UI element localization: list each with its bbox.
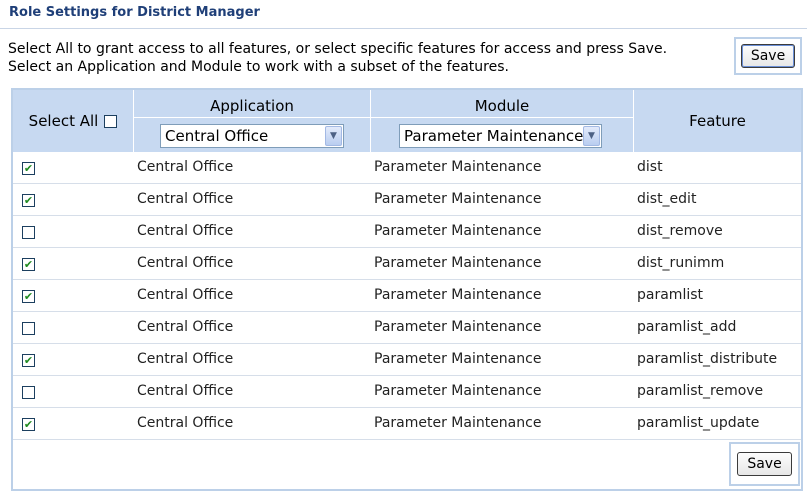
module-cell: Parameter Maintenance xyxy=(374,415,542,431)
feature-cell: dist xyxy=(637,159,663,175)
feature-cell: dist_runimm xyxy=(637,255,725,271)
features-table: Select All Application Central Office ▼ … xyxy=(11,88,803,491)
table-row: ✔ Central Office Parameter Maintenance dist xyxy=(13,152,801,184)
feature-checkbox[interactable]: ✔ xyxy=(22,354,35,367)
application-select-value: Central Office xyxy=(165,127,269,145)
select-all-label: Select All xyxy=(28,112,99,130)
application-cell: Central Office xyxy=(137,159,234,175)
module-select[interactable]: Parameter Maintenance ▼ xyxy=(399,124,602,148)
module-cell: Parameter Maintenance xyxy=(374,351,542,367)
feature-cell: paramlist_update xyxy=(637,415,760,431)
module-header: Module Parameter Maintenance ▼ xyxy=(371,90,634,152)
checkmark-icon: ✔ xyxy=(23,162,34,175)
module-cell: Parameter Maintenance xyxy=(374,383,542,399)
module-cell: Parameter Maintenance xyxy=(374,255,542,271)
table-row: ✔ Central Office Parameter Maintenance para… xyxy=(13,280,801,312)
save-button-top[interactable]: Save xyxy=(740,44,796,68)
feature-cell: paramlist_remove xyxy=(637,383,764,399)
feature-cell: dist_remove xyxy=(637,223,723,239)
application-header: Application Central Office ▼ xyxy=(134,90,371,152)
module-cell: Parameter Maintenance xyxy=(374,191,542,207)
module-cell: Parameter Maintenance xyxy=(374,159,542,175)
application-cell: Central Office xyxy=(137,255,234,271)
table-header: Select All Application Central Office ▼ … xyxy=(13,90,801,152)
table-row: ✔ Central Office Parameter Maintenance dist… xyxy=(13,184,801,216)
feature-header: Feature xyxy=(634,90,801,152)
module-cell: Parameter Maintenance xyxy=(374,287,542,303)
table-row: Central Office Parameter Maintenance param… xyxy=(13,376,801,408)
table-row: ✔ Central Office Parameter Maintenance para… xyxy=(13,344,801,376)
application-cell: Central Office xyxy=(137,383,234,399)
bottom-save-frame: Save xyxy=(729,442,800,486)
feature-checkbox[interactable]: ✔ xyxy=(22,194,35,207)
select-all-checkbox[interactable] xyxy=(104,114,118,128)
application-cell: Central Office xyxy=(137,191,234,207)
chevron-down-icon[interactable]: ▼ xyxy=(325,126,342,146)
feature-cell: paramlist_distribute xyxy=(637,351,778,367)
save-button-bottom[interactable]: Save xyxy=(737,452,792,476)
checkmark-icon: ✔ xyxy=(23,354,34,367)
feature-checkbox[interactable] xyxy=(22,226,35,239)
module-cell: Parameter Maintenance xyxy=(374,319,542,335)
feature-checkbox[interactable]: ✔ xyxy=(22,418,35,431)
top-save-frame: Save xyxy=(734,37,802,75)
application-cell: Central Office xyxy=(137,287,234,303)
title-divider xyxy=(0,28,807,29)
feature-cell: paramlist_add xyxy=(637,319,737,335)
application-cell: Central Office xyxy=(137,415,234,431)
instructions-line-2: Select an Application and Module to work… xyxy=(8,59,509,75)
application-select[interactable]: Central Office ▼ xyxy=(160,124,344,148)
table-body: ✔ Central Office Parameter Maintenance dist… xyxy=(13,152,801,440)
header-divider xyxy=(134,117,370,118)
select-all-header: Select All xyxy=(13,90,134,152)
application-cell: Central Office xyxy=(137,351,234,367)
feature-checkbox[interactable] xyxy=(22,386,35,399)
header-divider xyxy=(371,117,633,118)
instructions: Select All to grant access to all featur… xyxy=(8,40,723,76)
table-row: ✔ Central Office Parameter Maintenance para… xyxy=(13,408,801,440)
feature-cell: dist_edit xyxy=(637,191,697,207)
feature-checkbox[interactable]: ✔ xyxy=(22,258,35,271)
table-row: ✔ Central Office Parameter Maintenance dist… xyxy=(13,248,801,280)
module-select-value: Parameter Maintenance xyxy=(404,127,583,145)
feature-checkbox[interactable]: ✔ xyxy=(22,290,35,303)
feature-cell: paramlist xyxy=(637,287,704,303)
feature-checkbox[interactable]: ✔ xyxy=(22,162,35,175)
module-header-label: Module xyxy=(474,97,530,115)
checkmark-icon: ✔ xyxy=(23,418,34,431)
application-header-label: Application xyxy=(210,97,294,115)
application-cell: Central Office xyxy=(137,319,234,335)
chevron-down-icon[interactable]: ▼ xyxy=(583,126,600,146)
checkmark-icon: ✔ xyxy=(23,290,34,303)
checkmark-icon: ✔ xyxy=(23,258,34,271)
instructions-line-1: Select All to grant access to all featur… xyxy=(8,41,668,57)
table-row: Central Office Parameter Maintenance dist_… xyxy=(13,216,801,248)
application-cell: Central Office xyxy=(137,223,234,239)
checkmark-icon: ✔ xyxy=(23,194,34,207)
table-row: Central Office Parameter Maintenance param… xyxy=(13,312,801,344)
module-cell: Parameter Maintenance xyxy=(374,223,542,239)
feature-header-label: Feature xyxy=(689,112,746,130)
feature-checkbox[interactable] xyxy=(22,322,35,335)
page-title: Role Settings for District Manager xyxy=(9,5,260,20)
